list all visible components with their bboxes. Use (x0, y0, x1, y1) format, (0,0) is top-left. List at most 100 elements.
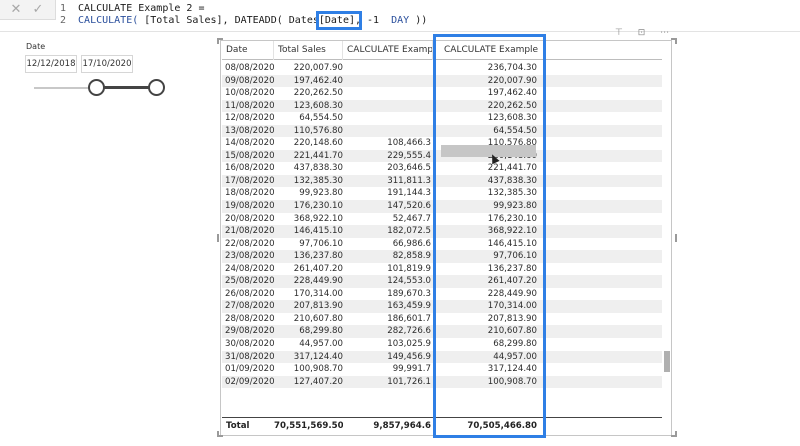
cell-date: 01/09/2020 (225, 364, 275, 375)
formula-line-1[interactable]: 1 CALCULATE Example 2 = (60, 3, 204, 15)
cell-date: 20/08/2020 (225, 213, 275, 224)
cell-date: 17/08/2020 (225, 175, 275, 186)
cell-date: 14/08/2020 (225, 138, 275, 149)
cell-total-sales: 99,923.80 (299, 188, 343, 199)
cell-total-sales: 68,299.80 (299, 326, 343, 337)
cell-date: 28/08/2020 (225, 313, 275, 324)
cell-example-1: 108,466.3 (387, 138, 431, 149)
measure-name: CALCULATE Example 2 = (78, 3, 205, 14)
cell-example-1: 189,670.3 (387, 288, 431, 299)
cell-example-1 (343, 87, 431, 100)
column-highlight-box (433, 34, 546, 438)
cell-date: 09/08/2020 (225, 75, 275, 86)
cell-example-1: 186,601.7 (387, 313, 431, 324)
cell-date: 08/08/2020 (225, 63, 275, 73)
cell-example-1: 82,858.9 (392, 251, 431, 262)
function-name: CALCULATE( (78, 15, 139, 26)
resize-handle[interactable] (217, 431, 219, 437)
resize-handle[interactable] (217, 234, 219, 242)
formula-buttons: ✕ ✓ (0, 0, 56, 20)
cell-total-sales: 221,441.70 (293, 150, 343, 161)
cell-total-sales: 64,554.50 (299, 113, 343, 124)
cell-total-sales: 97,706.10 (299, 238, 343, 249)
cell-total-sales: 176,230.10 (293, 201, 343, 212)
formula-line-2[interactable]: 2 CALCULATE( [Total Sales], DATEADD( Dat… (60, 15, 427, 27)
cell-date: 13/08/2020 (225, 125, 275, 136)
cell-total-sales: 127,407.20 (293, 376, 343, 387)
cell-date: 18/08/2020 (225, 188, 275, 199)
cell-example-1: 103,025.9 (387, 339, 431, 350)
start-date-input[interactable]: 12/12/2018 (25, 55, 77, 73)
end-date-input[interactable]: 17/10/2020 (81, 55, 133, 73)
cell-date: 24/08/2020 (225, 263, 275, 274)
cell-date: 10/08/2020 (225, 88, 275, 99)
closing-parens: )) (409, 15, 428, 26)
cell-date: 25/08/2020 (225, 276, 275, 287)
cell-total-sales: 228,449.90 (293, 276, 343, 287)
cell-example-1: 182,072.5 (387, 226, 431, 237)
cell-example-1: 52,467.7 (392, 213, 431, 224)
cell-total-sales: 146,415.10 (293, 226, 343, 237)
cell-date: 27/08/2020 (225, 301, 275, 312)
cell-example-1 (343, 112, 431, 125)
cell-date: 31/08/2020 (225, 351, 275, 362)
cell-date: 16/08/2020 (225, 163, 275, 174)
cancel-icon[interactable]: ✕ (8, 2, 24, 18)
cell-example-1: 101,726.1 (387, 376, 431, 387)
cell-example-1: 124,553.0 (387, 276, 431, 287)
total-sales-total: 70,551,569.50 (274, 421, 343, 431)
vertical-scrollbar-thumb[interactable] (664, 351, 670, 372)
cell-example-1 (343, 75, 431, 88)
cell-total-sales: 100,908.70 (293, 364, 343, 375)
interval-keyword: DAY (391, 15, 410, 26)
cell-date: 02/09/2020 (225, 376, 275, 387)
cell-date: 15/08/2020 (225, 150, 275, 161)
resize-handle[interactable] (217, 38, 219, 44)
cell-date: 22/08/2020 (225, 238, 275, 249)
cell-date: 26/08/2020 (225, 288, 275, 299)
cell-total-sales: 132,385.30 (293, 175, 343, 186)
report-canvas: ✕ ✓ 1 CALCULATE Example 2 = 2 CALCULATE(… (0, 0, 800, 446)
cell-example-1: 149,456.9 (387, 351, 431, 362)
resize-handle[interactable] (675, 431, 677, 437)
line-number: 2 (60, 15, 67, 26)
cell-example-1 (343, 125, 431, 138)
cell-total-sales: 110,576.80 (293, 125, 343, 136)
cell-total-sales: 123,608.30 (293, 100, 343, 111)
cell-total-sales: 44,957.00 (299, 339, 343, 350)
resize-handle[interactable] (675, 38, 677, 44)
visual-header-icons[interactable]: ⊤ ⊡ ⋯ (615, 28, 675, 38)
cell-example-1: 101,819.9 (387, 263, 431, 274)
cell-example-1: 203,646.5 (387, 163, 431, 174)
cell-total-sales: 207,813.90 (293, 301, 343, 312)
example1-total: 9,857,964.6 (373, 421, 431, 431)
cell-total-sales: 210,607.80 (293, 313, 343, 324)
cell-total-sales: 317,124.40 (293, 351, 343, 362)
check-icon[interactable]: ✓ (30, 2, 46, 18)
cell-example-1: 311,811.3 (387, 175, 431, 186)
cell-example-1: 163,459.9 (387, 301, 431, 312)
cell-total-sales: 170,314.00 (293, 288, 343, 299)
cell-date: 12/08/2020 (225, 113, 275, 124)
formula-bar[interactable]: ✕ ✓ 1 CALCULATE Example 2 = 2 CALCULATE(… (0, 0, 800, 32)
column-header-date[interactable]: Date (222, 41, 274, 60)
slider-end-handle[interactable] (148, 79, 165, 96)
column-header-example-1[interactable]: CALCULATE Example 1 (343, 41, 433, 60)
cell-date: 11/08/2020 (225, 100, 275, 111)
cell-date: 30/08/2020 (225, 339, 275, 350)
cell-example-1: 282,726.6 (387, 326, 431, 337)
cell-example-1 (343, 62, 431, 75)
column-header-total-sales[interactable]: Total Sales (274, 41, 343, 60)
cell-total-sales: 220,262.50 (293, 88, 343, 99)
cell-total-sales: 197,462.40 (293, 75, 343, 86)
slider-start-handle[interactable] (88, 79, 105, 96)
cell-total-sales: 261,407.20 (293, 263, 343, 274)
cell-example-1: 99,991.7 (392, 364, 431, 375)
cell-total-sales: 368,922.10 (293, 213, 343, 224)
cell-date: 23/08/2020 (225, 251, 275, 262)
cell-example-1: 147,520.6 (387, 201, 431, 212)
cell-total-sales: 220,148.60 (293, 138, 343, 149)
slicer-title: Date (26, 42, 46, 51)
resize-handle[interactable] (675, 234, 677, 242)
cell-example-1: 229,555.4 (387, 150, 431, 161)
